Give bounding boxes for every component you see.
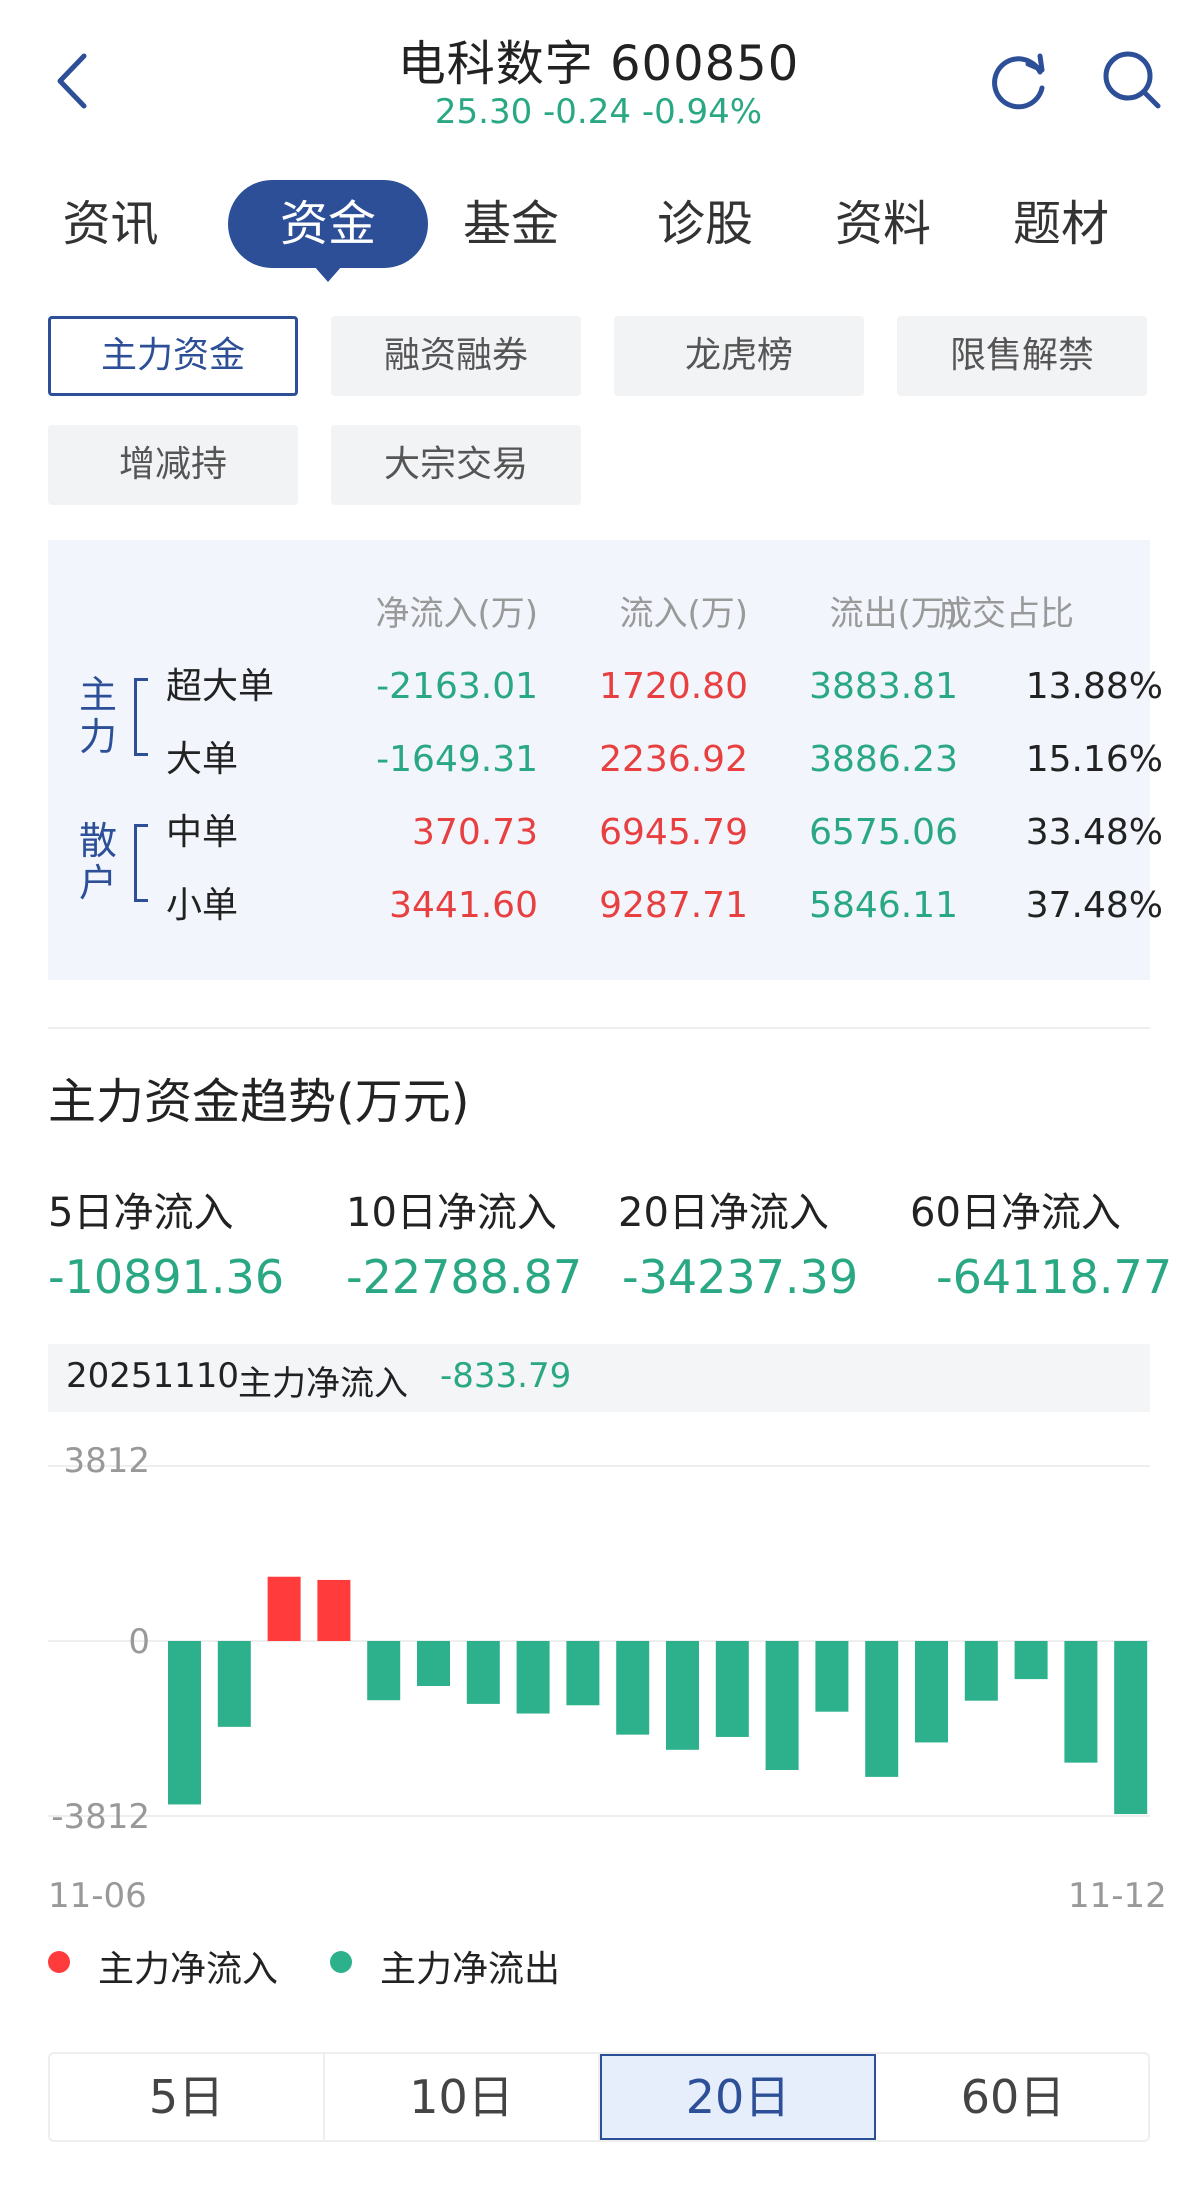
info-label: 主力净流入 [238,1364,408,1404]
tab-news[interactable]: 资讯 [48,180,173,268]
chart-info-bar: 20251110 主力净流入 -833.79 [48,1344,1150,1412]
outflow-bar[interactable] [1064,1641,1098,1763]
outflow-bar[interactable] [915,1641,948,1743]
refresh-icon[interactable] [988,50,1050,112]
search-icon[interactable] [1100,48,1164,112]
outflow-bar[interactable] [217,1641,251,1727]
x-tick-end: 11-12 [1068,1876,1167,1916]
inflow-bar[interactable] [317,1579,351,1641]
subtab-main-funds[interactable]: 主力资金 [48,316,298,396]
inflow-value: 2236.92 [599,739,748,780]
bracket-main [134,678,148,756]
net-inflow-value: 3441.60 [389,885,538,926]
outflow-bar[interactable] [516,1641,550,1714]
outflow-bar[interactable] [168,1641,201,1805]
bracket-retail [134,824,148,902]
tab-themes[interactable]: 题材 [1006,180,1116,268]
outflow-value: 6575.06 [809,812,958,853]
outflow-bar[interactable] [417,1641,450,1686]
period-tabs: 5日 10日 20日 60日 [48,2052,1150,2142]
outflow-bar[interactable] [666,1641,699,1750]
info-value: -833.79 [440,1356,572,1396]
tab-profile[interactable]: 资料 [828,180,938,268]
subtab-holdings-change[interactable]: 增减持 [48,425,298,505]
tab-diagnosis[interactable]: 诊股 [650,180,760,268]
period-60d-value: -64118.77 [936,1250,1173,1304]
period-tab-60d[interactable]: 60日 [876,2054,1150,2140]
header: 电科数字 600850 25.30 -0.24 -0.94% [0,0,1197,150]
header-inflow: 流入(万) [619,594,748,634]
period-20d-label: 20日净流入 [618,1190,829,1236]
period-20d-value: -34237.39 [622,1250,859,1304]
period-tab-20d[interactable]: 20日 [600,2054,876,2140]
period-5d-label: 5日净流入 [48,1190,234,1236]
info-date: 20251110 [66,1356,240,1396]
period-5d-value: -10891.36 [48,1250,285,1304]
row-name: 中单 [166,812,239,853]
x-tick-start: 11-06 [48,1876,147,1916]
subtab-block-trade[interactable]: 大宗交易 [331,425,581,505]
outflow-bar[interactable] [1014,1641,1048,1680]
outflow-bar[interactable] [815,1641,849,1712]
outflow-bar[interactable] [566,1641,600,1706]
row-name: 小单 [166,885,239,926]
row-name: 超大单 [166,666,275,707]
ratio-value: 15.16% [1025,739,1163,780]
group-label-main: 主力 [78,673,117,759]
tab-funds[interactable]: 资金 [228,180,428,282]
header-net-inflow: 净流入(万) [375,594,538,634]
ratio-value: 33.48% [1025,812,1163,853]
period-tab-10d[interactable]: 10日 [325,2054,600,2140]
outflow-bar[interactable] [466,1641,500,1704]
legend-outflow-label: 主力净流出 [380,1949,561,1990]
tab-fund-products[interactable]: 基金 [456,180,566,268]
y-tick-min: -3812 [51,1797,150,1837]
outflow-bar[interactable] [765,1641,799,1771]
period-10d-value: -22788.87 [346,1250,583,1304]
outflow-value: 3883.81 [809,666,958,707]
row-name: 大单 [166,739,239,780]
subtab-unlock[interactable]: 限售解禁 [897,316,1147,396]
group-label-retail: 散户 [78,819,117,905]
outflow-bar[interactable] [367,1641,401,1701]
outflow-value: 5846.11 [809,885,958,926]
period-tab-5d[interactable]: 5日 [50,2054,325,2140]
inflow-bar[interactable] [267,1576,301,1641]
ratio-value: 37.48% [1025,885,1163,926]
header-volume-ratio: 成交占比 [938,594,1074,634]
net-inflow-value: -1649.31 [376,739,538,780]
header-outflow: 流出(万) [829,594,958,634]
subtab-dragon-tiger[interactable]: 龙虎榜 [614,316,864,396]
y-tick-zero: 0 [128,1622,150,1662]
outflow-bar[interactable] [616,1641,650,1735]
net-inflow-value: -2163.01 [376,666,538,707]
fund-flow-table: 净流入(万) 流入(万) 流出(万) 成交占比 主力 超大单 -2163.01 … [48,540,1163,980]
period-10d-label: 10日净流入 [346,1190,557,1236]
inflow-value: 1720.80 [599,666,748,707]
trend-title: 主力资金趋势(万元) [48,1074,470,1130]
outflow-bar[interactable] [715,1641,749,1737]
legend-inflow-dot [48,1951,70,1973]
main-tabs: 资讯 资金 基金 诊股 资料 题材 [48,180,1158,282]
legend-inflow-label: 主力净流入 [98,1949,279,1990]
section-divider [48,1027,1150,1029]
outflow-bar[interactable] [1114,1641,1148,1815]
ratio-value: 13.88% [1025,666,1163,707]
net-inflow-value: 370.73 [412,812,538,853]
y-tick-max: 3812 [63,1441,150,1481]
subtab-margin[interactable]: 融资融券 [331,316,581,396]
main-fund-bar-chart[interactable]: 3812 0 -3812 [0,1430,1197,1900]
outflow-bar[interactable] [865,1641,899,1777]
period-60d-label: 60日净流入 [910,1190,1121,1236]
bars-group [168,1576,1148,1815]
inflow-value: 9287.71 [599,885,748,926]
legend-outflow-dot [330,1951,352,1973]
inflow-value: 6945.79 [599,812,748,853]
outflow-value: 3886.23 [809,739,958,780]
outflow-bar[interactable] [964,1641,998,1701]
